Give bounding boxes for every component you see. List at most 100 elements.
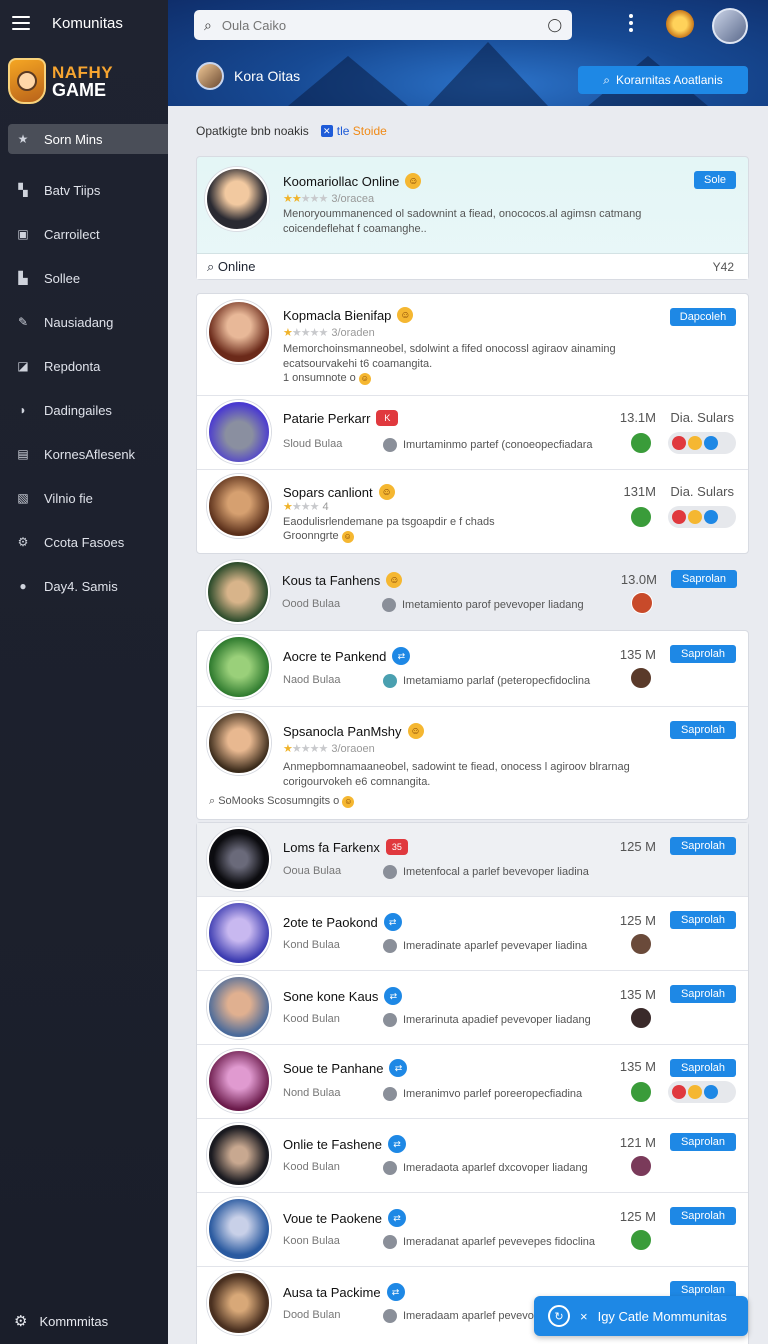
list-item[interactable]: Kous ta Fanhens ☺ Oood Bulaa Imetamiento … bbox=[196, 556, 749, 628]
list-item[interactable]: Soue te Panhane ⇄ Nond Bulaa Imeranimvo p… bbox=[197, 1045, 748, 1119]
filter-option-2[interactable]: Stoide bbox=[353, 124, 387, 138]
list-item[interactable]: Onlie te Fashene ⇄ Kood Bulan Imeradaota … bbox=[197, 1119, 748, 1193]
filter-option-1[interactable]: tle bbox=[337, 124, 350, 138]
member-avatar bbox=[630, 432, 652, 454]
sidebar-item-2[interactable]: ▣ Carroilect bbox=[0, 212, 168, 256]
floating-action-button[interactable]: ↻ × Igy Catle Mommunitas bbox=[534, 1296, 748, 1336]
group-card-2: Aocre te Pankend ⇄ Naod Bulaa Imetamiamo … bbox=[196, 630, 749, 820]
sidebar-item-9[interactable]: ⚙ Ccota Fasoes bbox=[0, 520, 168, 564]
item-sub: Kood Bulan bbox=[283, 1013, 340, 1025]
profile-chip[interactable]: Kora Oitas bbox=[196, 62, 300, 90]
chat-bubble-icon[interactable]: ◯ bbox=[547, 17, 562, 33]
sidebar-item-5[interactable]: ◪ Repdonta bbox=[0, 344, 168, 388]
list-item[interactable]: Voue te Paokene ⇄ Koon Bulaa Imeradanat a… bbox=[197, 1193, 748, 1267]
sidebar-item-1[interactable]: ▚ Batv Tiips bbox=[0, 168, 168, 212]
featured-button[interactable]: Sole bbox=[694, 171, 736, 189]
group-icon bbox=[383, 1087, 397, 1101]
member-avatar bbox=[630, 933, 652, 955]
sidebar-item-3[interactable]: ▙ Sollee bbox=[0, 256, 168, 300]
item-button[interactable]: Saprolah bbox=[670, 645, 736, 663]
item-button[interactable]: Saprolan bbox=[670, 1133, 736, 1151]
user-avatar[interactable] bbox=[712, 8, 748, 44]
filter-checkbox[interactable]: ✕ bbox=[320, 125, 333, 137]
group-icon bbox=[383, 1013, 397, 1027]
item-avatar bbox=[207, 1049, 271, 1113]
reactions[interactable] bbox=[668, 432, 736, 454]
sidebar-item-4[interactable]: ✎ Nausiadang bbox=[0, 300, 168, 344]
list-item[interactable]: Kopmacla Bienifap ☺ ★★★★★ 3/oraden Memorch… bbox=[197, 294, 748, 396]
sidebar-item-0[interactable]: ★ Sorn Mins bbox=[8, 124, 168, 154]
member-avatar bbox=[630, 667, 652, 689]
reactions[interactable] bbox=[668, 1081, 736, 1103]
item-avatar bbox=[207, 711, 271, 775]
search-icon: ⌕ bbox=[603, 72, 610, 87]
verified-icon: ⇄ bbox=[389, 1059, 408, 1077]
featured-title-wrap: Koomariollac Online ☺ bbox=[283, 173, 422, 189]
header-action-button[interactable]: ⌕ Korarnitas Aoatlanis bbox=[578, 66, 748, 94]
achievement-sun-icon[interactable] bbox=[666, 10, 694, 38]
item-count: 13.1M bbox=[619, 410, 656, 425]
list-item[interactable]: Spsanocla PanMshy ☺ ★★★★★ 3/oraoen Anmepbo… bbox=[197, 707, 748, 821]
item-title: Sone kone Kaus bbox=[283, 988, 379, 1004]
item-avatar bbox=[207, 1197, 271, 1261]
hamburger-menu-icon[interactable] bbox=[12, 16, 30, 30]
group-card-1: Kopmacla Bienifap ☺ ★★★★★ 3/oraden Memorch… bbox=[196, 293, 749, 554]
verified-icon: ⇄ bbox=[388, 1135, 407, 1153]
list-item[interactable]: Sopars canliont ☺ ★★★★ 4 Eaodulisrlendeman… bbox=[197, 470, 748, 555]
verified-icon: ⇄ bbox=[388, 1209, 407, 1227]
verified-icon: ⇄ bbox=[392, 647, 411, 665]
list-item[interactable]: Patarie Perkarr K Sloud Bulaa Imurtaminmo… bbox=[197, 396, 748, 470]
list-item[interactable]: Loms fa Farkenx 35 Ooua Bulaa Imetenfocal… bbox=[197, 823, 748, 897]
item-count: 13.0M bbox=[620, 572, 657, 587]
item-button[interactable]: Saprolan bbox=[671, 570, 737, 588]
sidebar-bottom-item[interactable]: ⚙ Kommmitas bbox=[14, 1312, 108, 1330]
game-logo[interactable]: NAFHY GAME bbox=[0, 46, 168, 116]
item-count: 121 M bbox=[619, 1135, 656, 1150]
image-icon: ◪ bbox=[17, 359, 29, 373]
item-avatar bbox=[207, 300, 271, 364]
item-button[interactable]: Saprolah bbox=[670, 911, 736, 929]
sidebar-item-8[interactable]: ▧ Vilnio fie bbox=[0, 476, 168, 520]
item-mid: Imeradinate aparlef pevevaper liadina bbox=[383, 939, 587, 953]
badge: 35 bbox=[385, 839, 408, 855]
item-sub: 1 onsumnote o ☺ bbox=[283, 372, 371, 385]
list-item[interactable]: 2ote te Paokond ⇄ Kond Bulaa Imeradinate … bbox=[197, 897, 748, 971]
profile-name: Kora Oitas bbox=[234, 68, 301, 84]
bookmark-icon: ▚ bbox=[18, 183, 28, 197]
item-button[interactable]: Dapcoleh bbox=[670, 308, 736, 326]
item-mid: Imurtaminmo partef (conoeopecfiadara bbox=[383, 438, 593, 452]
smiley-emoji-icon: ☺ bbox=[407, 723, 424, 739]
member-avatar bbox=[630, 1007, 652, 1029]
item-button[interactable]: Saprolah bbox=[670, 1207, 736, 1225]
more-options-icon[interactable] bbox=[626, 14, 636, 32]
tag-icon: ◗ bbox=[19, 403, 27, 417]
community-list: Loms fa Farkenx 35 Ooua Bulaa Imetenfocal… bbox=[196, 822, 749, 1344]
item-title: 2ote te Paokond bbox=[283, 914, 378, 930]
item-sub[interactable]: ⌕ SoMooks Scosumngits o ☺ bbox=[209, 795, 355, 808]
sidebar-item-label: Day4. Samis bbox=[44, 578, 118, 594]
item-desc: Memorchoinsmanneobel, sdolwint a fifed o… bbox=[283, 343, 616, 370]
reactions[interactable] bbox=[668, 506, 736, 528]
group-icon bbox=[383, 1235, 397, 1249]
item-button[interactable]: Saprolah bbox=[670, 721, 736, 739]
search-input[interactable] bbox=[221, 17, 548, 33]
group-icon bbox=[383, 865, 397, 879]
group-icon bbox=[383, 1161, 397, 1175]
pen-icon: ✎ bbox=[17, 315, 29, 329]
search-bar[interactable]: ⌕ ◯ bbox=[194, 10, 572, 40]
sidebar-item-7[interactable]: ▤ KornesAflesenk bbox=[0, 432, 168, 476]
sidebar-item-10[interactable]: ● Day4. Samis bbox=[0, 564, 168, 608]
item-button[interactable]: Saprolah bbox=[670, 837, 736, 855]
featured-card[interactable]: Koomariollac Online ☺ ★★★★★ 3/oracea Meno… bbox=[196, 156, 749, 280]
featured-title: Koomariollac Online bbox=[283, 173, 400, 189]
online-status[interactable]: ⌕ Online bbox=[207, 259, 255, 275]
item-count: 125 M bbox=[619, 913, 656, 928]
list-item[interactable]: Sone kone Kaus ⇄ Kood Bulan Imerarinuta a… bbox=[197, 971, 748, 1045]
rating: ★★★★ 4 bbox=[283, 501, 329, 513]
list-item[interactable]: Aocre te Pankend ⇄ Naod Bulaa Imetamiamo … bbox=[197, 631, 748, 707]
sidebar-item-6[interactable]: ◗ Dadingailes bbox=[0, 388, 168, 432]
refresh-icon: ↻ bbox=[548, 1305, 570, 1327]
item-button[interactable]: Saprolah bbox=[670, 985, 736, 1003]
item-button[interactable]: Saprolah bbox=[670, 1059, 736, 1077]
smiley-emoji-icon: ☺ bbox=[405, 173, 422, 189]
